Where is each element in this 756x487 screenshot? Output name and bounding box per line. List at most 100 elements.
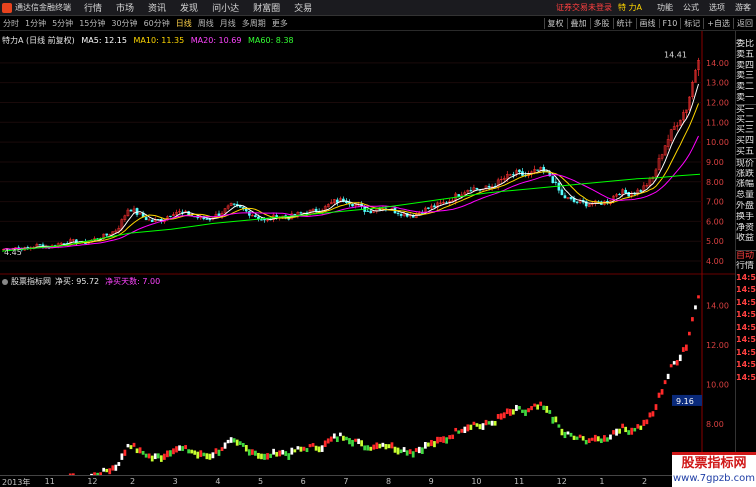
indicator-bar bbox=[254, 450, 257, 456]
ma60-label: MA60: 8.38 bbox=[248, 36, 294, 45]
indicator-bar bbox=[423, 442, 427, 449]
indicator-bar bbox=[578, 434, 582, 438]
indicator-bar bbox=[178, 445, 181, 451]
period-monthly[interactable]: 月线 bbox=[217, 18, 239, 29]
indicator-bar bbox=[272, 448, 275, 455]
indicator-bar bbox=[645, 419, 649, 425]
side-outer-volume: 外盘 bbox=[736, 200, 755, 211]
price-tick-label: 10.00 bbox=[706, 138, 729, 147]
price-tick-label: 12.00 bbox=[706, 98, 729, 107]
price-tick-label: 6.00 bbox=[706, 217, 724, 226]
candle-body bbox=[369, 210, 373, 214]
indicator-settings-icon[interactable] bbox=[2, 278, 8, 285]
tick-time: 14:5 bbox=[736, 372, 756, 382]
tool-mark[interactable]: 标记 bbox=[680, 17, 703, 29]
period-more[interactable]: 更多 bbox=[269, 18, 291, 29]
indicator-name[interactable]: 股票指标网 bbox=[11, 276, 51, 287]
tool-statistics[interactable]: 统计 bbox=[612, 17, 636, 29]
indicator-bar bbox=[150, 455, 154, 462]
indicator-bar bbox=[524, 409, 527, 416]
date-tick-label: 7 bbox=[343, 477, 349, 486]
period-weekly[interactable]: 周线 bbox=[195, 18, 217, 29]
period-60min[interactable]: 60分钟 bbox=[141, 18, 173, 29]
menu-discover[interactable]: 发现 bbox=[173, 1, 205, 14]
menu-options[interactable]: 选项 bbox=[704, 2, 730, 13]
indicator-bar bbox=[332, 433, 336, 439]
candle-body bbox=[232, 203, 236, 205]
side-quotes[interactable]: 行情 bbox=[736, 261, 756, 272]
menu-guest[interactable]: 游客 bbox=[730, 2, 756, 13]
indicator-bar bbox=[162, 453, 166, 460]
tool-restore-rights[interactable]: 复权 bbox=[543, 17, 567, 29]
indicator-bar bbox=[575, 436, 579, 440]
indicator-bar bbox=[205, 453, 209, 460]
date-tick-label: 2 bbox=[130, 477, 136, 486]
indicator-bar bbox=[266, 453, 269, 460]
tool-back[interactable]: 返回 bbox=[733, 17, 756, 29]
menu-wealth-circle[interactable]: 财富圈 bbox=[246, 1, 287, 14]
date-tick-label: 11 bbox=[514, 477, 525, 486]
menu-formula[interactable]: 公式 bbox=[678, 2, 704, 13]
indicator-bar bbox=[442, 436, 445, 443]
chart-title: 特力A (日线 前复权) bbox=[2, 36, 75, 45]
period-multi[interactable]: 多周期 bbox=[239, 18, 269, 29]
menu-ask-xiaoda[interactable]: 问小达 bbox=[205, 1, 246, 14]
indicator-bar bbox=[436, 436, 439, 444]
indicator-bar bbox=[166, 450, 169, 458]
sidebar-top-spacer bbox=[736, 31, 756, 39]
date-tick-label: 12 bbox=[556, 477, 567, 486]
tool-f10[interactable]: F10 bbox=[658, 18, 681, 28]
tool-multi-stock[interactable]: 多股 bbox=[589, 17, 613, 29]
indicator-bar bbox=[566, 431, 570, 435]
indicator-bar bbox=[672, 361, 676, 365]
period-30min[interactable]: 30分钟 bbox=[108, 18, 140, 29]
period-daily[interactable]: 日线 bbox=[173, 18, 195, 29]
date-tick-label: 8 bbox=[386, 477, 392, 486]
tick-time: 14:5 bbox=[736, 297, 756, 307]
period-5min[interactable]: 5分钟 bbox=[49, 18, 76, 29]
indicator-bar bbox=[481, 423, 485, 430]
indicator-bar bbox=[296, 446, 300, 450]
menu-functions[interactable]: 功能 bbox=[652, 2, 678, 13]
indicator-bar bbox=[141, 450, 145, 455]
indicator-bar bbox=[557, 424, 561, 428]
indicator-bar bbox=[153, 453, 157, 460]
indicator-bar bbox=[199, 450, 203, 457]
login-warning[interactable]: 证券交易未登录 bbox=[550, 2, 618, 13]
period-1min[interactable]: 1分钟 bbox=[22, 18, 49, 29]
chart-area[interactable]: 14.00 13.00 12.00 11.00 10.00 9.00 8.00 7.00 6.0… bbox=[0, 31, 735, 475]
indicator-bar bbox=[691, 317, 694, 322]
current-stock-name: 特 力A bbox=[617, 3, 642, 12]
period-toolbar: 分时 1分钟 5分钟 15分钟 30分钟 60分钟 日线 周线 月线 多周期 更… bbox=[0, 16, 756, 31]
indicator-bar bbox=[551, 416, 555, 424]
app-logo: 通达信金融终端 bbox=[0, 2, 77, 13]
indicator-bar bbox=[560, 428, 564, 436]
side-auto[interactable]: 自动 bbox=[736, 250, 756, 261]
indicator-bar bbox=[408, 449, 412, 455]
menu-market-quotes[interactable]: 行情 bbox=[77, 1, 109, 14]
menu-market[interactable]: 市场 bbox=[109, 1, 141, 14]
candle-body bbox=[254, 215, 257, 218]
date-axis: 2013年 11 12 2 3 4 5 6 7 8 9 10 11 12 1 2 bbox=[0, 475, 735, 487]
menu-news[interactable]: 资讯 bbox=[141, 1, 173, 14]
indicator-tick-label: 14.00 bbox=[706, 302, 729, 311]
indicator-bar bbox=[187, 449, 191, 454]
indicator-bar bbox=[156, 453, 160, 459]
indicator-bar bbox=[138, 447, 142, 454]
candle-body bbox=[366, 210, 370, 212]
watermark-title: 股票指标网 bbox=[681, 456, 747, 471]
indicator-tick-label: 8.00 bbox=[706, 420, 724, 429]
candle-body bbox=[551, 176, 555, 184]
side-bid4: 买四 bbox=[736, 136, 755, 147]
tool-add-watchlist[interactable]: +自选 bbox=[703, 17, 733, 29]
indicator-bar bbox=[135, 448, 139, 454]
indicator-bar bbox=[263, 453, 266, 460]
indicator-bar bbox=[360, 440, 363, 447]
period-15min[interactable]: 15分钟 bbox=[76, 18, 108, 29]
period-timeshare[interactable]: 分时 bbox=[0, 18, 22, 29]
indicator-bar bbox=[499, 413, 503, 420]
tool-overlay[interactable]: 叠加 bbox=[566, 17, 590, 29]
tool-draw-line[interactable]: 画线 bbox=[635, 17, 659, 29]
candle-body bbox=[263, 218, 266, 221]
menu-trade[interactable]: 交易 bbox=[287, 1, 319, 14]
